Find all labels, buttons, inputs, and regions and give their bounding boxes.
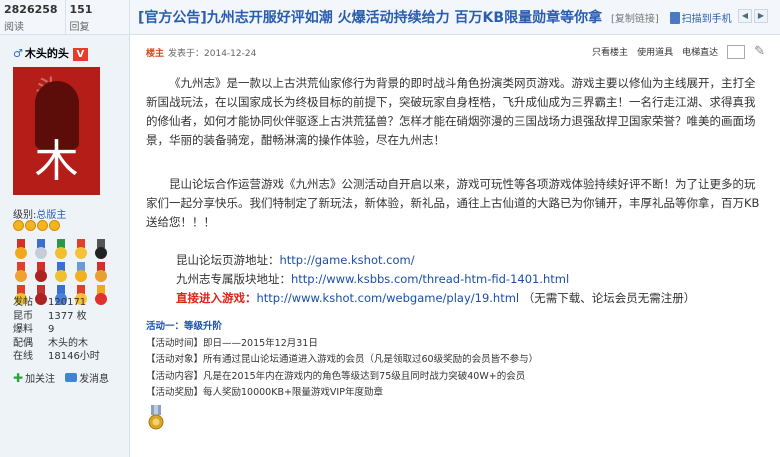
- avatar-character: 木: [34, 136, 79, 187]
- stat-row: 发帖 120171: [13, 296, 128, 310]
- stat-row: 在线 18146小时: [13, 350, 128, 364]
- scan-to-phone-label: 扫描到手机: [681, 14, 732, 25]
- post-tools: 只看楼主 使用道具 电梯直达 ✎: [592, 44, 765, 59]
- avatar[interactable]: 头 木: [13, 67, 100, 195]
- direct-line: 直接进入游戏：http://www.kshot.com/webgame/play…: [146, 289, 766, 308]
- board-label: 九州志专属版块地址：: [176, 272, 291, 286]
- wrench-icon[interactable]: ✎: [754, 44, 765, 59]
- campaign-paragraph: 昆山论坛合作运营游戏《九州志》公测活动自开启以来，游戏可玩性等各项游戏体验持续好…: [146, 177, 760, 229]
- activity-section: 活动一：等级升阶 【活动时间】即日——2015年12月31日 【活动对象】所有通…: [146, 319, 766, 402]
- replies-label: 回复: [69, 22, 90, 33]
- thread-stats: 2826258 阅读 151 回复: [0, 0, 130, 35]
- vip-medal-icon: [148, 405, 164, 430]
- medal-icon[interactable]: [92, 239, 110, 259]
- board-link[interactable]: http://www.ksbbs.com/thread-htm-fid-1401…: [291, 272, 569, 286]
- level-stars: [13, 220, 60, 231]
- author-sidebar: ♂木头的头V 头 木 级别:总版主 发帖 120171 昆币 1377 枚 爆料 9 …: [0, 35, 130, 457]
- site-label: 昆山论坛页游地址：: [176, 253, 280, 267]
- author-actions: ✚ 加关注 发消息: [13, 370, 109, 386]
- level-face-icon: [13, 220, 24, 231]
- stat-key: 昆币: [13, 310, 33, 322]
- stat-key: 在线: [13, 351, 33, 362]
- follow-label: 加关注: [25, 374, 56, 385]
- level-face-icon: [37, 220, 48, 231]
- medal-icon[interactable]: [12, 262, 30, 282]
- use-item-link[interactable]: 使用道具: [637, 45, 673, 58]
- stat-value[interactable]: 木头的木: [48, 337, 88, 351]
- user-level: 级别:总版主: [13, 206, 66, 221]
- activity-line: 【活动奖励】每人奖励10000KB+限量游戏VIP年度勋章: [146, 387, 383, 398]
- scan-to-phone-button[interactable]: 扫描到手机: [669, 12, 732, 25]
- medal-icon[interactable]: [12, 239, 30, 259]
- stat-key: 配偶: [13, 337, 33, 349]
- medal-icon[interactable]: [32, 262, 50, 282]
- floor-input[interactable]: [727, 44, 746, 59]
- prev-thread-icon[interactable]: ◀: [738, 9, 752, 23]
- views-label: 阅读: [4, 22, 24, 33]
- only-op-link[interactable]: 只看楼主: [592, 45, 628, 58]
- author-name-text: 木头的头: [24, 47, 69, 60]
- stat-key: 爆料: [13, 324, 33, 335]
- direct-note: （无需下载、论坛会员无需注册）: [522, 291, 696, 305]
- message-icon: [65, 373, 78, 382]
- stat-row: 配偶 木头的木: [13, 337, 128, 351]
- activity-line: 【活动内容】凡是在2015年内在游戏内的角色等级达到75级且同时战力突破40W+…: [146, 370, 526, 382]
- direct-game-link[interactable]: http://www.kshot.com/webgame/play/19.htm…: [257, 291, 520, 305]
- medal-icon[interactable]: [52, 239, 70, 259]
- author-stats: 发帖 120171 昆币 1377 枚 爆料 9 配偶 木头的木 在线 18146小时: [13, 296, 128, 364]
- stat-value: 120171: [48, 297, 87, 308]
- follow-button[interactable]: ✚ 加关注: [13, 370, 56, 386]
- post-date: 发表于：2014-12-24: [168, 49, 257, 59]
- activity-line: 【活动对象】所有通过昆山论坛通道进入游戏的会员（凡是领取过60级奖励的会员皆不参…: [146, 354, 539, 365]
- medal-icon[interactable]: [72, 262, 90, 282]
- level-face-icon: [25, 220, 36, 231]
- activity-title: 活动一：等级升阶: [146, 321, 223, 332]
- site-link[interactable]: http://game.kshot.com/: [280, 253, 415, 267]
- activity-line: 【活动时间】即日——2015年12月31日: [146, 337, 318, 349]
- jump-floor-link[interactable]: 电梯直达: [682, 45, 718, 58]
- replies-stat: 151 回复: [64, 0, 130, 35]
- post-meta: 楼主 发表于：2014-12-24: [146, 46, 256, 59]
- replies-count: 151: [69, 3, 93, 16]
- post-content: 《九州志》是一款以上古洪荒仙家修行为背景的即时战斗角色扮演类网页游戏。游戏主要以…: [146, 74, 766, 308]
- stat-row: 昆币 1377 枚: [13, 310, 128, 324]
- stat-key: 发帖: [13, 297, 33, 308]
- op-label: 楼主: [146, 49, 165, 59]
- copy-link-button[interactable]: [复制链接]: [611, 14, 659, 25]
- medal-icon[interactable]: [92, 262, 110, 282]
- views-stat: 2826258 阅读: [0, 0, 65, 35]
- medal-icon[interactable]: [72, 239, 90, 259]
- views-count: 2826258: [4, 3, 58, 16]
- thread-title[interactable]: [官方公告]九州志开服好评如潮 火爆活动持续给力 百万KB限量勋章等你拿: [138, 10, 602, 26]
- next-thread-icon[interactable]: ▶: [754, 9, 768, 23]
- stat-value: 1377 枚: [48, 310, 87, 322]
- author-name[interactable]: ♂ 木头的头 V: [13, 45, 88, 61]
- stat-value: 18146小时: [48, 351, 100, 362]
- phone-icon: [669, 12, 680, 24]
- board-line: 九州志专属版块地址：http://www.ksbbs.com/thread-ht…: [146, 270, 766, 289]
- direct-label: 直接进入游戏：: [176, 291, 257, 305]
- message-label: 发消息: [79, 374, 110, 385]
- site-line: 昆山论坛页游地址：http://game.kshot.com/: [146, 251, 766, 270]
- medal-icon[interactable]: [52, 262, 70, 282]
- thread-nav: ◀ ▶: [738, 9, 768, 23]
- male-icon: ♂: [13, 47, 23, 60]
- plus-icon: ✚: [13, 370, 24, 385]
- intro-paragraph: 《九州志》是一款以上古洪荒仙家修行为背景的即时战斗角色扮演类网页游戏。游戏主要以…: [146, 76, 756, 147]
- message-button[interactable]: 发消息: [65, 370, 109, 385]
- level-face-icon: [49, 220, 60, 231]
- stat-value: 9: [48, 324, 55, 335]
- v-badge: V: [72, 48, 88, 61]
- medal-icon[interactable]: [32, 239, 50, 259]
- thread-header: 2826258 阅读 151 回复 [官方公告]九州志开服好评如潮 火爆活动持续…: [0, 0, 780, 35]
- thread-title-area: [官方公告]九州志开服好评如潮 火爆活动持续给力 百万KB限量勋章等你拿 [复制…: [138, 7, 732, 27]
- stat-row: 爆料 9: [13, 323, 128, 337]
